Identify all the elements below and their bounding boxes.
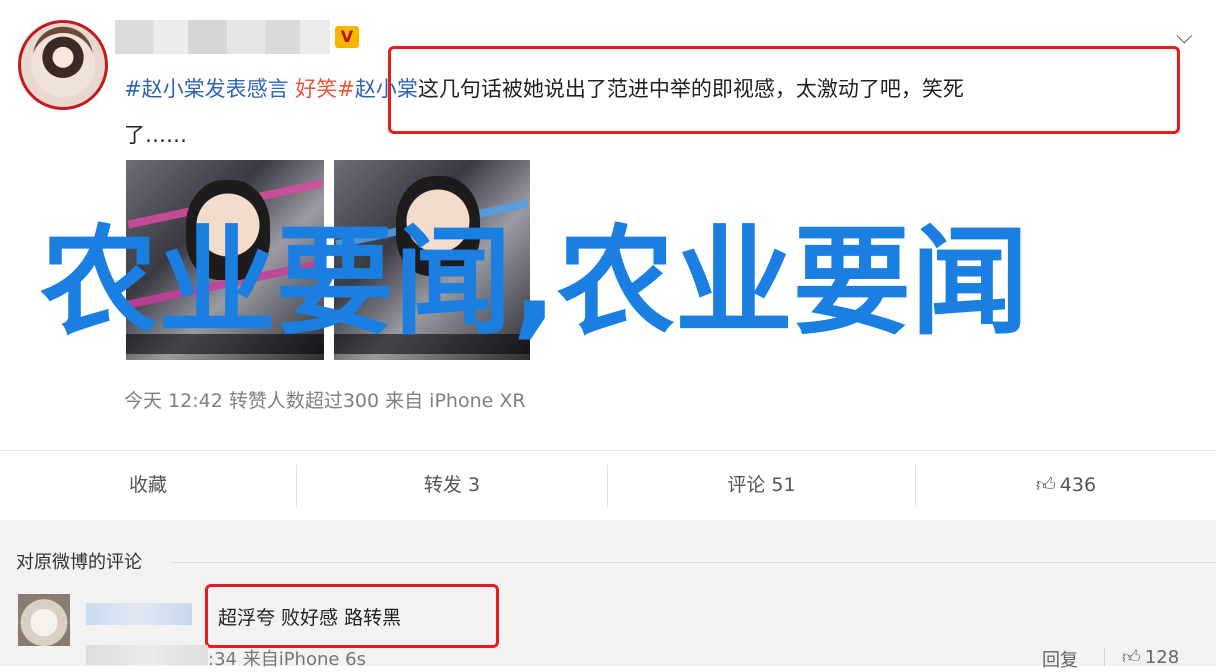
watermark-title: 农业要闻,农业要闻: [40, 213, 1029, 351]
comment-meta: :34 来自iPhone 6s: [208, 649, 367, 670]
comment-meta-blurred: [86, 645, 208, 665]
post-body-text-continued: 了……: [124, 123, 187, 147]
comment-like-count: 128: [1144, 647, 1180, 668]
author-name-blurred[interactable]: [115, 20, 330, 54]
like-count: 436: [1059, 474, 1097, 496]
highlight-box: [205, 584, 499, 648]
collect-button[interactable]: 收藏: [0, 451, 296, 521]
hashtag-link[interactable]: #赵小棠发表感言: [124, 77, 289, 101]
thumb-up-icon: 👍︎: [1035, 474, 1056, 496]
comment-like-button[interactable]: 👍︎ 128: [1122, 646, 1179, 668]
thumb-up-icon: 👍︎: [1122, 647, 1141, 668]
commenter-name-blurred[interactable]: [86, 603, 192, 625]
comment-button[interactable]: 评论 51: [608, 451, 915, 521]
commenter-avatar[interactable]: [18, 594, 70, 646]
chevron-down-icon[interactable]: ⌵: [1176, 26, 1202, 52]
post-meta: 今天 12:42 转赞人数超过300 来自 iPhone XR: [124, 390, 526, 412]
divider: [1104, 648, 1105, 666]
divider: [170, 562, 1216, 563]
action-bar: 收藏 转发 3 评论 51 👍︎ 436: [0, 450, 1216, 521]
like-button[interactable]: 👍︎ 436: [916, 451, 1216, 521]
hashtag-link-hot[interactable]: 好笑#: [295, 77, 355, 101]
author-avatar[interactable]: [18, 20, 108, 110]
repost-button[interactable]: 转发 3: [297, 451, 607, 521]
vip-badge: V: [335, 26, 359, 48]
comments-title: 对原微博的评论: [16, 552, 142, 573]
reply-button[interactable]: 回复: [1042, 646, 1078, 672]
highlight-box: [388, 46, 1180, 134]
